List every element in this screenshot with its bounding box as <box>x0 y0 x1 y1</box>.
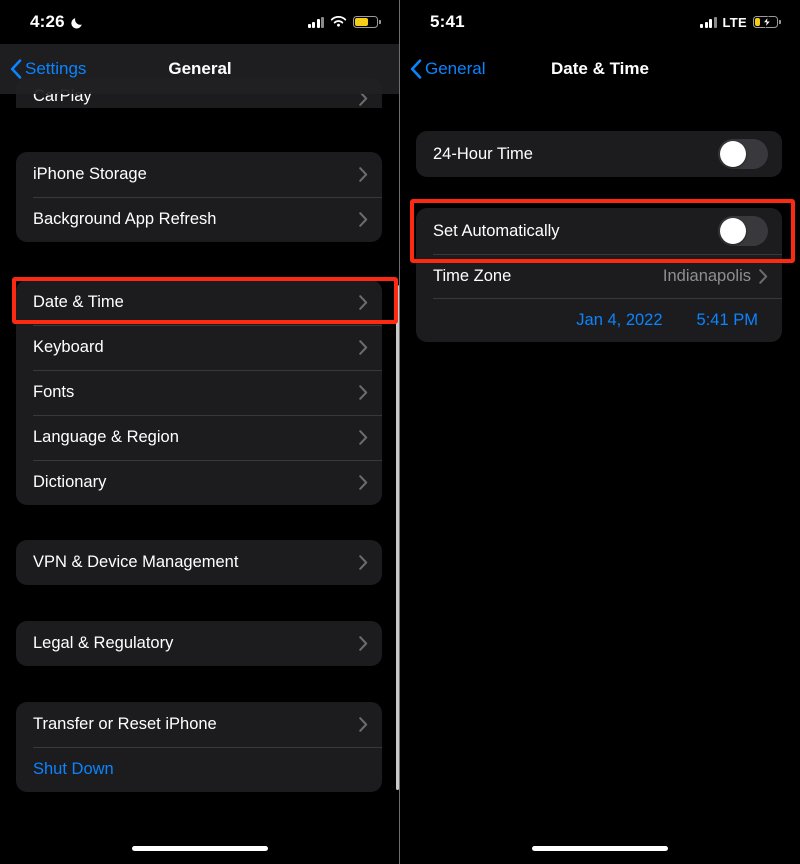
cellular-signal-icon <box>700 16 717 28</box>
chevron-right-icon <box>359 212 368 227</box>
time-zone-value: Indianapolis <box>662 266 751 285</box>
battery-low-power-icon <box>353 16 381 28</box>
list-item-transfer-or-reset-iphone[interactable]: Transfer or Reset iPhone <box>16 702 382 747</box>
list-item-date-and-time[interactable]: Date & Time <box>16 280 382 325</box>
right-phone-screen: 24-Hour Time Set Automatically Time Zone… <box>400 0 800 864</box>
list-item-label: Transfer or Reset iPhone <box>33 715 217 733</box>
chevron-right-icon <box>359 295 368 310</box>
list-item-label: Shut Down <box>33 760 114 778</box>
home-indicator <box>532 846 668 851</box>
chevron-right-icon <box>359 167 368 182</box>
list-item-vpn-device-management[interactable]: VPN & Device Management <box>16 540 382 585</box>
settings-group-hour-format: 24-Hour Time <box>416 131 782 177</box>
page-title: Date & Time <box>551 59 649 78</box>
list-item-label: Dictionary <box>33 473 107 491</box>
toggle-24-hour-time[interactable] <box>718 139 768 169</box>
list-item-label: Fonts <box>33 383 75 401</box>
list-item-label: Language & Region <box>33 428 179 446</box>
list-item-label: VPN & Device Management <box>33 553 239 571</box>
time-value[interactable]: 5:41 PM <box>697 311 758 330</box>
settings-group-automatic-time: Set Automatically Time Zone Indianapolis… <box>416 208 782 342</box>
left-status-bar: 4:26 <box>0 0 400 44</box>
chevron-right-icon <box>359 385 368 400</box>
list-item-label: Time Zone <box>433 266 512 285</box>
dual-phone-screenshot: CarPlay iPhone Storage Background App Re… <box>0 0 800 864</box>
charging-bolt-icon <box>762 16 771 28</box>
list-item-label: Set Automatically <box>433 221 560 240</box>
status-bar-clock: 5:41 <box>430 12 465 31</box>
chevron-right-icon <box>359 430 368 445</box>
list-item-date-time-picker[interactable]: Jan 4, 2022 5:41 PM <box>416 298 782 342</box>
list-item-set-automatically[interactable]: Set Automatically <box>416 208 782 254</box>
status-bar-time-group: 4:26 <box>30 12 84 32</box>
cellular-signal-icon <box>307 16 324 28</box>
network-type-label: LTE <box>722 14 747 30</box>
list-item-background-app-refresh[interactable]: Background App Refresh <box>16 197 382 242</box>
general-settings-list: CarPlay iPhone Storage Background App Re… <box>0 0 400 864</box>
status-bar-indicators <box>307 16 381 28</box>
left-phone-screen: CarPlay iPhone Storage Background App Re… <box>0 0 400 864</box>
right-nav-bar: General Date & Time <box>400 44 800 94</box>
date-time-settings-list: 24-Hour Time Set Automatically Time Zone… <box>400 0 800 864</box>
chevron-right-icon <box>359 555 368 570</box>
chevron-right-icon <box>359 636 368 651</box>
settings-group-reset: Transfer or Reset iPhone Shut Down <box>16 702 382 792</box>
battery-charging-icon <box>753 16 781 28</box>
list-item-iphone-storage[interactable]: iPhone Storage <box>16 152 382 197</box>
crescent-moon-icon <box>71 17 82 29</box>
chevron-right-icon <box>759 268 768 284</box>
toggle-set-automatically[interactable] <box>718 216 768 246</box>
list-item-time-zone[interactable]: Time Zone Indianapolis <box>416 254 782 298</box>
status-bar-clock: 4:26 <box>30 12 65 31</box>
list-item-keyboard[interactable]: Keyboard <box>16 325 382 370</box>
settings-group-datetime: Date & Time Keyboard Fonts Language & Re… <box>16 280 382 505</box>
date-value[interactable]: Jan 4, 2022 <box>576 311 662 330</box>
list-item-language-and-region[interactable]: Language & Region <box>16 415 382 460</box>
left-nav-bar: Settings General <box>0 44 400 94</box>
settings-group-legal: Legal & Regulatory <box>16 621 382 666</box>
list-item-label: Legal & Regulatory <box>33 634 174 652</box>
list-item-label: iPhone Storage <box>33 165 147 183</box>
page-title: General <box>168 59 232 78</box>
status-bar-time-group: 5:41 <box>430 12 465 32</box>
list-item-fonts[interactable]: Fonts <box>16 370 382 415</box>
wifi-icon <box>330 16 347 27</box>
home-indicator <box>132 846 268 851</box>
list-item-legal-regulatory[interactable]: Legal & Regulatory <box>16 621 382 666</box>
right-status-bar: 5:41 LTE <box>400 0 800 44</box>
settings-group-vpn: VPN & Device Management <box>16 540 382 585</box>
chevron-right-icon <box>359 340 368 355</box>
status-bar-indicators: LTE <box>700 14 781 30</box>
chevron-right-icon <box>359 717 368 732</box>
list-item-label: 24-Hour Time <box>433 144 533 163</box>
screen-divider <box>399 0 400 864</box>
list-item-24-hour-time[interactable]: 24-Hour Time <box>416 131 782 177</box>
list-item-label: Keyboard <box>33 338 104 356</box>
list-item-dictionary[interactable]: Dictionary <box>16 460 382 505</box>
list-item-label: Date & Time <box>33 293 124 311</box>
list-item-shut-down[interactable]: Shut Down <box>16 747 382 792</box>
list-item-label: Background App Refresh <box>33 210 217 228</box>
chevron-right-icon <box>359 475 368 490</box>
settings-group-storage: iPhone Storage Background App Refresh <box>16 152 382 242</box>
